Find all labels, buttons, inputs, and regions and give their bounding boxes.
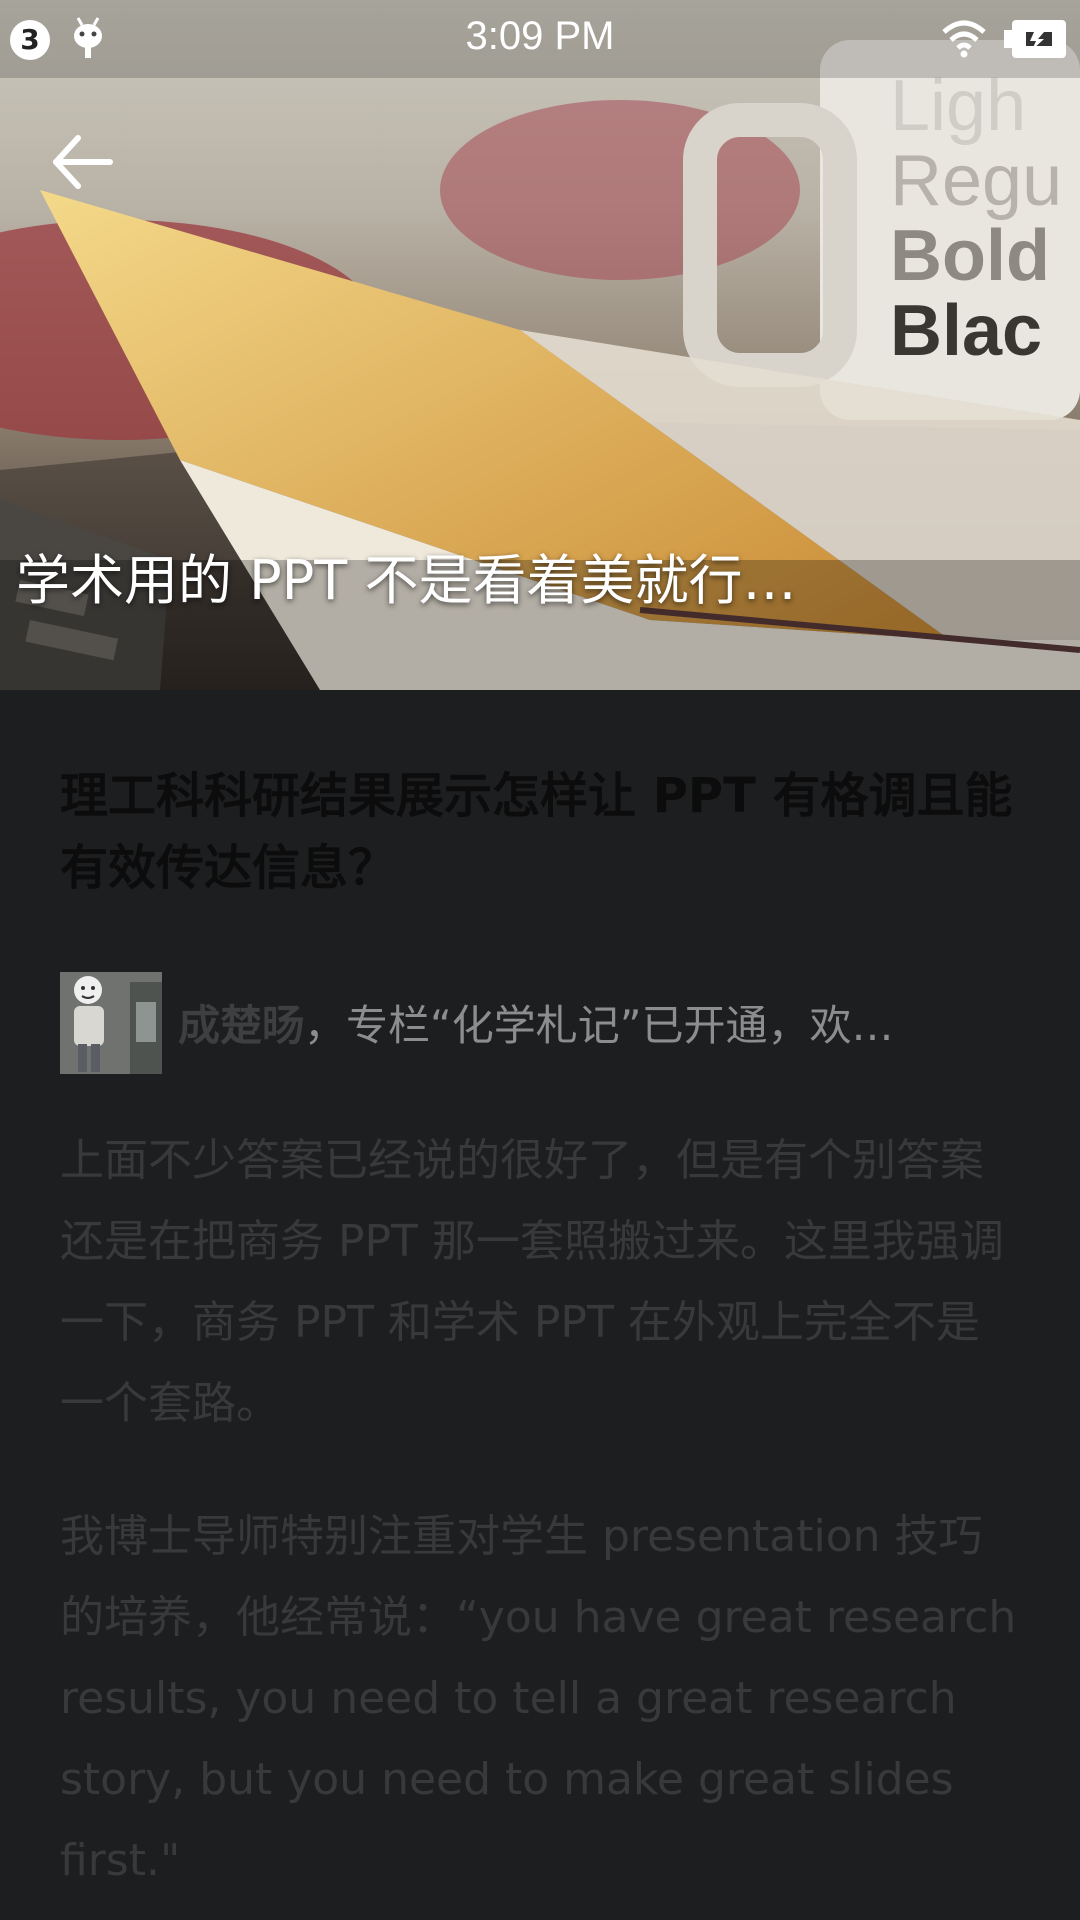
- svg-text:Regu: Regu: [890, 141, 1062, 221]
- question-title[interactable]: 理工科科研结果展示怎样让 PPT 有格调且能有效传达信息？: [60, 760, 1020, 904]
- battery-charging-icon: [1004, 20, 1066, 58]
- author-info: 成楚旸，专栏“化学札记”已开通，欢…: [178, 992, 1038, 1053]
- header-image: Ligh Regu Bold Blac 3 3:09 PM 学术用的 PPT 不…: [0, 0, 1080, 690]
- answer-author-row[interactable]: 成楚旸，专栏“化学札记”已开通，欢…: [60, 972, 1020, 1074]
- svg-text:Bold: Bold: [890, 216, 1050, 296]
- svg-text:Ligh: Ligh: [890, 66, 1026, 146]
- status-bar: 3 3:09 PM: [0, 0, 1080, 78]
- svg-text:Blac: Blac: [890, 291, 1042, 371]
- answer-paragraph: 上面不少答案已经说的很好了，但是有个别答案还是在把商务 PPT 那一套照搬过来。…: [60, 1135, 1004, 1429]
- answer-paragraph: 我博士导师特别注重对学生 presentation 技巧的培养，他经常说：“yo…: [60, 1511, 1017, 1886]
- author-name[interactable]: 成楚旸: [178, 1001, 304, 1050]
- wifi-icon: [942, 20, 986, 58]
- avatar-photo: [60, 972, 162, 1074]
- author-avatar[interactable]: [60, 972, 162, 1074]
- arrow-back-icon[interactable]: [50, 132, 120, 192]
- author-bio: ，专栏“化学札记”已开通，欢…: [304, 1001, 894, 1050]
- status-time: 3:09 PM: [465, 14, 615, 58]
- article-header-title: 学术用的 PPT 不是看着美就行…: [16, 549, 797, 612]
